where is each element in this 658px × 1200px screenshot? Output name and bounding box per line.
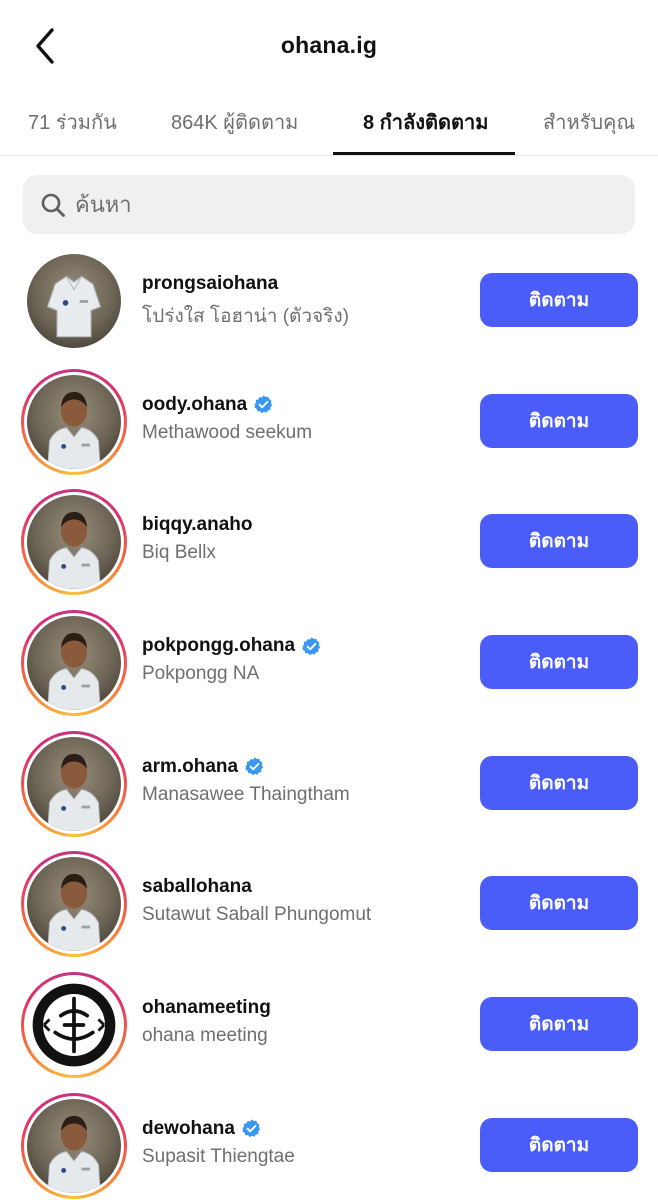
avatar[interactable] xyxy=(21,730,127,837)
avatar-person-icon xyxy=(27,374,121,469)
avatar-border xyxy=(24,733,124,834)
avatar-person-icon xyxy=(27,1098,121,1193)
avatar[interactable] xyxy=(21,972,127,1079)
user-info[interactable]: ohanameeting ohana meeting xyxy=(142,996,472,1047)
avatar-border xyxy=(24,975,124,1076)
follow-button[interactable]: ติดตาม xyxy=(480,755,638,810)
full-name: Methawood seekum xyxy=(142,421,313,443)
user-info[interactable]: saballohana Sutawut Saball Phungomut xyxy=(142,875,472,926)
avatar[interactable] xyxy=(21,851,127,958)
tab-followers[interactable]: 864K ผู้ติดตาม xyxy=(171,106,298,138)
username: dewohana xyxy=(142,1117,235,1139)
search-bar[interactable] xyxy=(23,175,635,234)
avatar-person-icon xyxy=(27,857,121,952)
full-name: Pokpongg NA xyxy=(142,663,260,685)
avatar-border xyxy=(24,492,124,593)
follow-button[interactable]: ติดตาม xyxy=(480,273,638,327)
follow-button[interactable]: ติดตาม xyxy=(480,393,638,448)
follow-button[interactable]: ติดตาม xyxy=(480,997,638,1052)
verified-badge-icon xyxy=(302,636,321,655)
search-icon xyxy=(41,193,65,217)
following-list: prongsaiohana โปร่งใส โอฮาน่า (ตัวจริง) ติ… xyxy=(0,240,658,1200)
user-row[interactable]: saballohana Sutawut Saball Phungomut ติดตา… xyxy=(0,843,658,964)
user-info[interactable]: biqqy.anaho Biq Bellx xyxy=(142,513,472,564)
user-row[interactable]: biqqy.anaho Biq Bellx ติดตาม xyxy=(0,481,658,602)
username-line: saballohana xyxy=(142,875,472,899)
follow-button[interactable]: ติดตาม xyxy=(480,635,638,690)
full-name: Supasit Thiengtae xyxy=(142,1145,295,1167)
follow-button[interactable]: ติดตาม xyxy=(480,514,638,569)
avatar[interactable] xyxy=(21,248,127,354)
username: saballohana xyxy=(142,876,252,898)
user-row[interactable]: dewohana Supasit Thiengtae ติดตาม xyxy=(0,1085,658,1200)
user-info[interactable]: pokpongg.ohana Pokpongg NA xyxy=(142,634,472,685)
avatar-shirt-icon xyxy=(27,254,121,348)
username-line: arm.ohana xyxy=(142,755,472,779)
username: prongsaiohana xyxy=(142,273,279,294)
active-tab-indicator xyxy=(333,152,515,155)
full-name: Sutawut Saball Phungomut xyxy=(142,904,372,926)
user-info[interactable]: dewohana Supasit Thiengtae xyxy=(142,1117,472,1168)
verified-badge-icon xyxy=(242,1119,260,1138)
username: pokpongg.ohana xyxy=(142,635,296,657)
username: biqqy.anaho xyxy=(142,514,253,536)
user-row[interactable]: prongsaiohana โปร่งใส โอฮาน่า (ตัวจริง) ติ… xyxy=(0,240,658,361)
verified-badge-icon xyxy=(254,395,273,414)
avatar-person-icon xyxy=(27,616,121,711)
tab-following[interactable]: 8 กำลังติดตาม xyxy=(363,106,488,138)
user-info[interactable]: arm.ohana Manasawee Thaingtham xyxy=(142,755,472,806)
follow-button[interactable]: ติดตาม xyxy=(480,876,638,931)
username-line: oody.ohana xyxy=(142,393,472,417)
user-info[interactable]: oody.ohana Methawood seekum xyxy=(142,393,472,444)
username: arm.ohana xyxy=(142,755,239,777)
follow-button[interactable]: ติดตาม xyxy=(480,1117,638,1172)
username: oody.ohana xyxy=(142,393,248,415)
user-row[interactable]: pokpongg.ohana Pokpongg NA ติดตาม xyxy=(0,602,658,723)
avatar-person-icon xyxy=(27,736,121,831)
page-title: ohana.ig xyxy=(280,32,378,58)
avatar[interactable] xyxy=(21,1092,127,1199)
avatar-border xyxy=(24,371,124,472)
username-line: pokpongg.ohana xyxy=(142,634,472,658)
avatar-border xyxy=(24,1095,124,1196)
tab-bar: 71 ร่วมกัน 864K ผู้ติดตาม 8 กำลังติดตาม … xyxy=(0,96,658,156)
username-line: dewohana xyxy=(142,1117,472,1141)
avatar[interactable] xyxy=(21,489,127,596)
full-name: โปร่งใส โอฮาน่า (ตัวจริง) xyxy=(142,306,349,327)
header: ohana.ig xyxy=(0,0,658,92)
avatar-person-icon xyxy=(27,495,121,590)
user-info[interactable]: prongsaiohana โปร่งใส โอฮาน่า (ตัวจริง) xyxy=(142,272,472,331)
following-screen: ohana.ig 71 ร่วมกัน 864K ผู้ติดตาม 8 กำล… xyxy=(0,0,658,1200)
avatar-border xyxy=(24,613,124,714)
username-line: biqqy.anaho xyxy=(142,513,472,537)
full-name: Biq Bellx xyxy=(142,542,216,564)
full-name: ohana meeting xyxy=(142,1025,268,1047)
user-row[interactable]: ohanameeting ohana meeting ติดตาม xyxy=(0,964,658,1085)
user-row[interactable]: oody.ohana Methawood seekum ติดตาม xyxy=(0,361,658,482)
search-input[interactable] xyxy=(75,175,615,234)
username-line: prongsaiohana xyxy=(142,272,472,296)
avatar[interactable] xyxy=(21,368,127,475)
avatar-logo-icon xyxy=(27,978,121,1073)
verified-badge-icon xyxy=(245,757,264,776)
full-name: Manasawee Thaingtham xyxy=(142,783,350,805)
tab-mutual[interactable]: 71 ร่วมกัน xyxy=(28,106,117,138)
avatar[interactable] xyxy=(21,610,127,717)
avatar-border xyxy=(24,854,124,955)
username: ohanameeting xyxy=(142,997,271,1019)
tab-for-you[interactable]: สำหรับคุณ xyxy=(543,106,635,138)
user-row[interactable]: arm.ohana Manasawee Thaingtham ติดตาม xyxy=(0,723,658,844)
username-line: ohanameeting xyxy=(142,996,472,1020)
